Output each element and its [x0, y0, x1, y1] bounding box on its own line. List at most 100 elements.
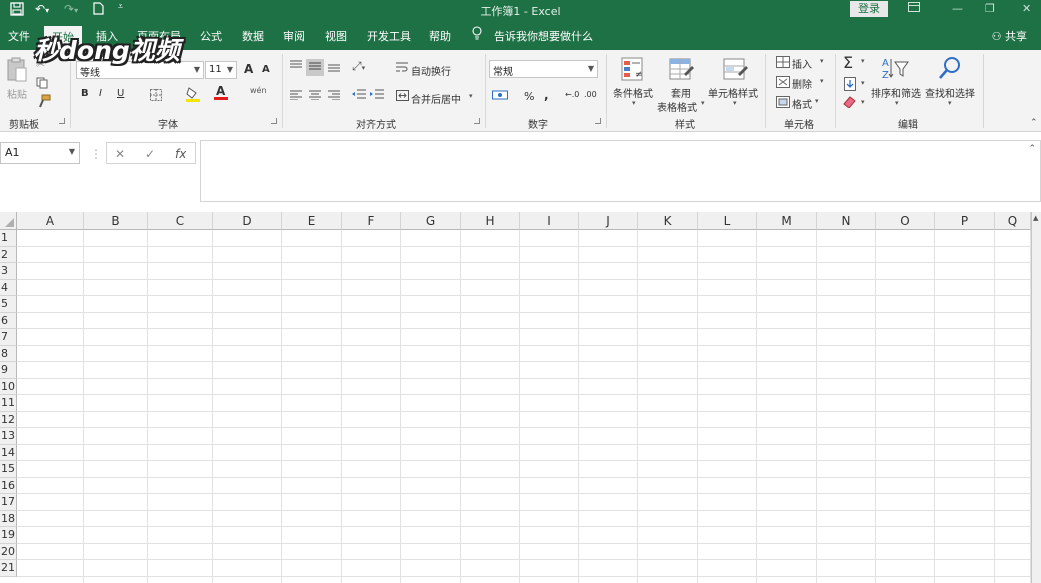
row-header-15[interactable]: 15 — [0, 461, 17, 478]
sort-filter-button[interactable]: 排序和筛选 — [871, 85, 921, 100]
row-header-4[interactable]: 4 — [0, 279, 17, 296]
fill-icon[interactable] — [844, 77, 856, 94]
align-center-icon[interactable] — [309, 90, 321, 103]
insert-function-icon[interactable]: fx — [175, 147, 186, 161]
maximize-icon[interactable]: ❐ — [985, 2, 995, 15]
orientation-icon[interactable]: ⤢▾ — [352, 59, 365, 74]
bold-button[interactable]: B — [81, 88, 89, 99]
tab-help[interactable]: 帮助 — [429, 28, 451, 44]
column-header-h[interactable]: H — [461, 212, 520, 230]
expand-formula-icon[interactable]: ⌃ — [1028, 144, 1036, 154]
column-header-d[interactable]: D — [213, 212, 282, 230]
cell-styles-button[interactable]: 单元格样式 — [708, 85, 758, 100]
tell-me-search[interactable]: 告诉我你想要做什么 — [494, 28, 593, 44]
underline-button[interactable]: U — [117, 88, 124, 99]
column-header-f[interactable]: F — [342, 212, 401, 230]
grow-font-icon[interactable]: A — [244, 62, 253, 76]
tab-file[interactable]: 文件 — [8, 28, 30, 44]
number-launcher-icon[interactable] — [595, 118, 601, 124]
row-header-13[interactable]: 13 — [0, 428, 17, 445]
column-header-j[interactable]: J — [579, 212, 638, 230]
increase-decimal-icon[interactable]: ←.0 — [565, 90, 579, 99]
align-top-icon[interactable] — [290, 60, 302, 73]
login-button[interactable]: 登录 — [850, 1, 888, 17]
align-right-icon[interactable] — [328, 90, 340, 103]
increase-indent-icon[interactable] — [370, 89, 384, 104]
merge-center-button[interactable]: 合并后居中 — [411, 91, 461, 106]
clear-icon[interactable] — [843, 96, 857, 111]
insert-cells-button[interactable]: 插入 — [792, 56, 812, 71]
font-size-select[interactable]: 11 ▼ — [205, 61, 237, 79]
column-header-o[interactable]: O — [876, 212, 935, 230]
percent-button[interactable]: % — [524, 90, 534, 103]
row-header-8[interactable]: 8 — [0, 345, 17, 362]
row-header-12[interactable]: 12 — [0, 411, 17, 428]
borders-icon[interactable] — [150, 89, 162, 104]
align-left-icon[interactable] — [290, 90, 302, 103]
scroll-up-icon[interactable]: ▲ — [1033, 214, 1038, 222]
accounting-format-icon[interactable] — [492, 90, 508, 105]
row-header-10[interactable]: 10 — [0, 378, 17, 395]
column-header-n[interactable]: N — [817, 212, 876, 230]
row-header-7[interactable]: 7 — [0, 329, 17, 346]
number-format-select[interactable]: 常规 ▼ — [489, 60, 598, 78]
cell-styles-icon[interactable] — [722, 56, 748, 85]
tab-review[interactable]: 审阅 — [283, 28, 305, 44]
column-header-b[interactable]: B — [84, 212, 148, 230]
row-header-19[interactable]: 19 — [0, 527, 17, 544]
column-header-a[interactable]: A — [17, 212, 84, 230]
row-header-21[interactable]: 21 — [0, 560, 17, 577]
insert-cells-icon[interactable] — [776, 56, 790, 71]
row-header-2[interactable]: 2 — [0, 246, 17, 263]
tab-data[interactable]: 数据 — [242, 28, 264, 44]
vertical-scrollbar[interactable]: ▲ — [1031, 212, 1041, 583]
font-launcher-icon[interactable] — [271, 118, 277, 124]
column-header-i[interactable]: I — [520, 212, 579, 230]
format-as-table-line2[interactable]: 表格格式 — [657, 99, 697, 114]
comma-button[interactable]: , — [544, 88, 549, 102]
column-header-g[interactable]: G — [401, 212, 461, 230]
row-header-1[interactable]: 1 — [0, 230, 17, 247]
chevron-down-icon[interactable]: ▾ — [469, 92, 473, 100]
format-cells-icon[interactable] — [776, 96, 790, 111]
column-header-l[interactable]: L — [698, 212, 757, 230]
column-header-m[interactable]: M — [757, 212, 817, 230]
row-header-16[interactable]: 16 — [0, 477, 17, 494]
column-header-q[interactable]: Q — [995, 212, 1031, 230]
row-header-3[interactable]: 3 — [0, 263, 17, 280]
row-header-14[interactable]: 14 — [0, 444, 17, 461]
clipboard-launcher-icon[interactable] — [59, 118, 65, 124]
format-as-table-line1[interactable]: 套用 — [671, 85, 691, 100]
wrap-text-button[interactable]: 自动换行 — [411, 63, 451, 78]
row-header-20[interactable]: 20 — [0, 543, 17, 560]
phonetic-icon[interactable]: wén — [250, 86, 267, 95]
row-header-6[interactable]: 6 — [0, 312, 17, 329]
tab-view[interactable]: 视图 — [325, 28, 347, 44]
conditional-formatting-icon[interactable]: ≠ — [620, 56, 646, 85]
row-header-18[interactable]: 18 — [0, 510, 17, 527]
italic-button[interactable]: I — [99, 88, 102, 99]
row-header-9[interactable]: 9 — [0, 362, 17, 379]
close-icon[interactable]: ✕ — [1022, 2, 1031, 15]
wrap-text-icon[interactable] — [396, 61, 408, 76]
delete-cells-icon[interactable] — [776, 76, 790, 91]
tab-formulas[interactable]: 公式 — [200, 28, 222, 44]
column-header-c[interactable]: C — [148, 212, 213, 230]
find-select-button[interactable]: 查找和选择 — [925, 85, 975, 100]
copy-icon[interactable] — [36, 77, 50, 92]
decrease-decimal-icon[interactable]: .00 — [584, 90, 597, 99]
column-header-e[interactable]: E — [282, 212, 342, 230]
share-button[interactable]: ⚇ 共享 — [992, 28, 1027, 44]
align-middle-icon[interactable] — [306, 59, 324, 76]
tab-developer[interactable]: 开发工具 — [367, 28, 411, 44]
select-all-corner[interactable] — [0, 212, 17, 230]
alignment-launcher-icon[interactable] — [474, 118, 480, 124]
delete-cells-button[interactable]: 删除 — [792, 76, 812, 91]
sort-filter-icon[interactable]: AZ — [882, 56, 910, 85]
shrink-font-icon[interactable]: A — [262, 64, 270, 75]
format-as-table-icon[interactable] — [668, 56, 694, 85]
cancel-icon[interactable]: ✕ — [115, 147, 125, 161]
row-header-17[interactable]: 17 — [0, 494, 17, 511]
format-painter-icon[interactable] — [37, 94, 51, 111]
align-bottom-icon[interactable] — [328, 62, 340, 75]
